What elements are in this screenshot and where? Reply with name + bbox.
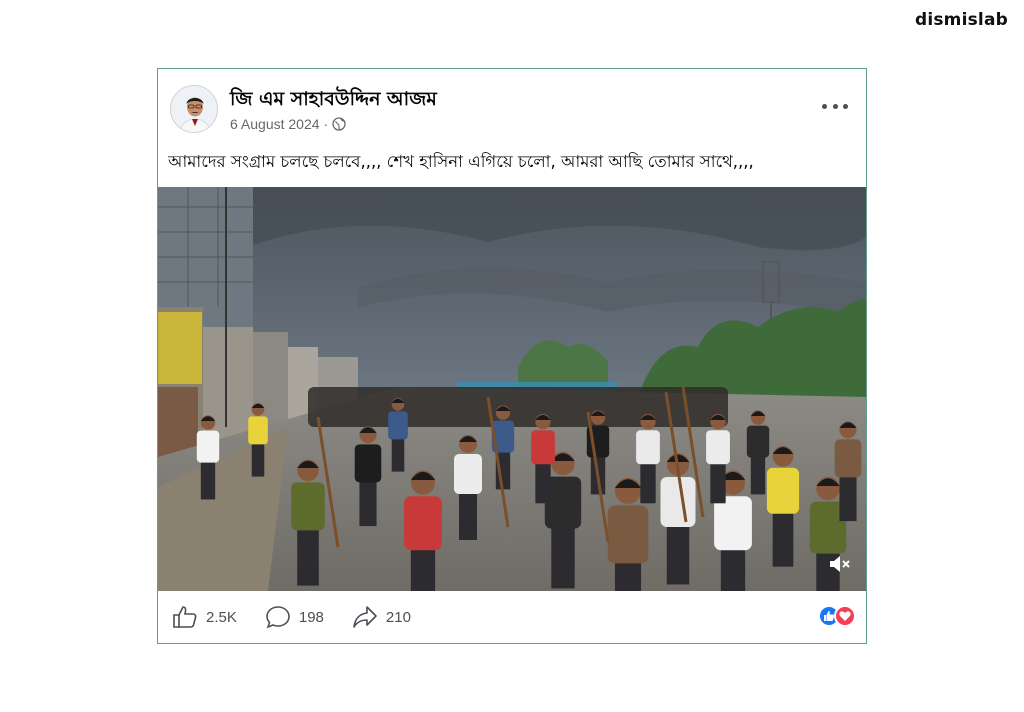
- dismislab-logo: dismislab: [914, 10, 1008, 30]
- post-date[interactable]: 6 August 2024: [230, 116, 320, 132]
- reactions-summary[interactable]: [818, 605, 856, 627]
- facebook-post-card: জি এম সাহাবউদ্দিন আজম 6 August 2024 · আম…: [157, 68, 867, 644]
- meta-separator: ·: [323, 116, 329, 132]
- volume-muted-icon[interactable]: [828, 553, 852, 575]
- like-button[interactable]: 2.5K: [172, 605, 237, 629]
- author-name[interactable]: জি এম সাহাবউদ্দিন আজম: [230, 85, 437, 117]
- post-meta: 6 August 2024 ·: [230, 116, 346, 132]
- love-reaction-icon: [834, 605, 856, 627]
- post-video[interactable]: [158, 187, 866, 591]
- thumbs-up-icon: [173, 606, 197, 628]
- post-actions-bar: 2.5K 198 210: [158, 591, 866, 643]
- globe-icon: [332, 117, 346, 131]
- comment-button[interactable]: 198: [265, 605, 324, 629]
- comment-count: 198: [298, 608, 324, 626]
- post-caption: আমাদের সংগ্রাম চলছে চলবে,,,, শেখ হাসিনা …: [168, 152, 754, 171]
- comment-icon: [266, 606, 290, 629]
- more-options-icon[interactable]: [822, 99, 848, 113]
- share-icon: [353, 606, 377, 628]
- author-avatar[interactable]: [170, 85, 218, 133]
- share-count: 210: [385, 608, 411, 626]
- share-button[interactable]: 210: [352, 605, 411, 629]
- like-count: 2.5K: [206, 608, 237, 626]
